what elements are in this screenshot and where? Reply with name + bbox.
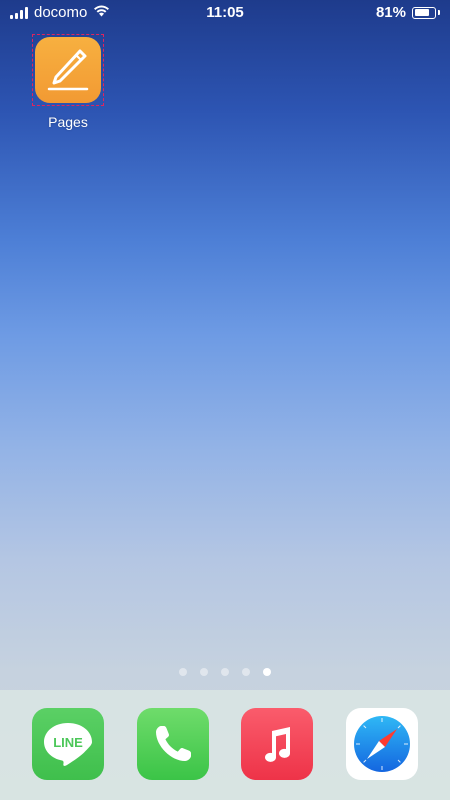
dock-app-music[interactable] bbox=[241, 708, 313, 780]
home-screen: docomo 11:05 81% Pages LINE bbox=[0, 0, 450, 800]
page-dot-2[interactable] bbox=[200, 668, 208, 676]
phone-icon bbox=[156, 726, 191, 761]
app-icon-selection bbox=[32, 34, 104, 106]
app-label-pages: Pages bbox=[48, 114, 88, 130]
music-icon bbox=[265, 727, 291, 762]
pages-pen-icon bbox=[35, 37, 101, 103]
battery-percent: 81% bbox=[375, 4, 406, 21]
line-icon-text: LINE bbox=[53, 735, 83, 750]
dock-app-safari[interactable] bbox=[346, 708, 418, 780]
battery-tip bbox=[438, 10, 440, 15]
battery-fill bbox=[414, 9, 430, 16]
dock: LINE bbox=[0, 690, 450, 800]
page-dot-1[interactable] bbox=[179, 668, 187, 676]
safari-compass-icon bbox=[354, 716, 410, 772]
page-dot-5[interactable] bbox=[263, 668, 271, 676]
status-right: 81% bbox=[376, 4, 440, 21]
status-bar: docomo 11:05 81% bbox=[0, 0, 450, 26]
page-dot-3[interactable] bbox=[221, 668, 229, 676]
battery-icon bbox=[412, 6, 436, 19]
dock-app-line[interactable]: LINE bbox=[32, 708, 104, 780]
dock-app-phone[interactable] bbox=[137, 708, 209, 780]
line-icon: LINE bbox=[44, 723, 92, 766]
page-indicator[interactable] bbox=[0, 668, 450, 676]
page-dot-4[interactable] bbox=[242, 668, 250, 676]
app-pages[interactable]: Pages bbox=[24, 34, 112, 130]
